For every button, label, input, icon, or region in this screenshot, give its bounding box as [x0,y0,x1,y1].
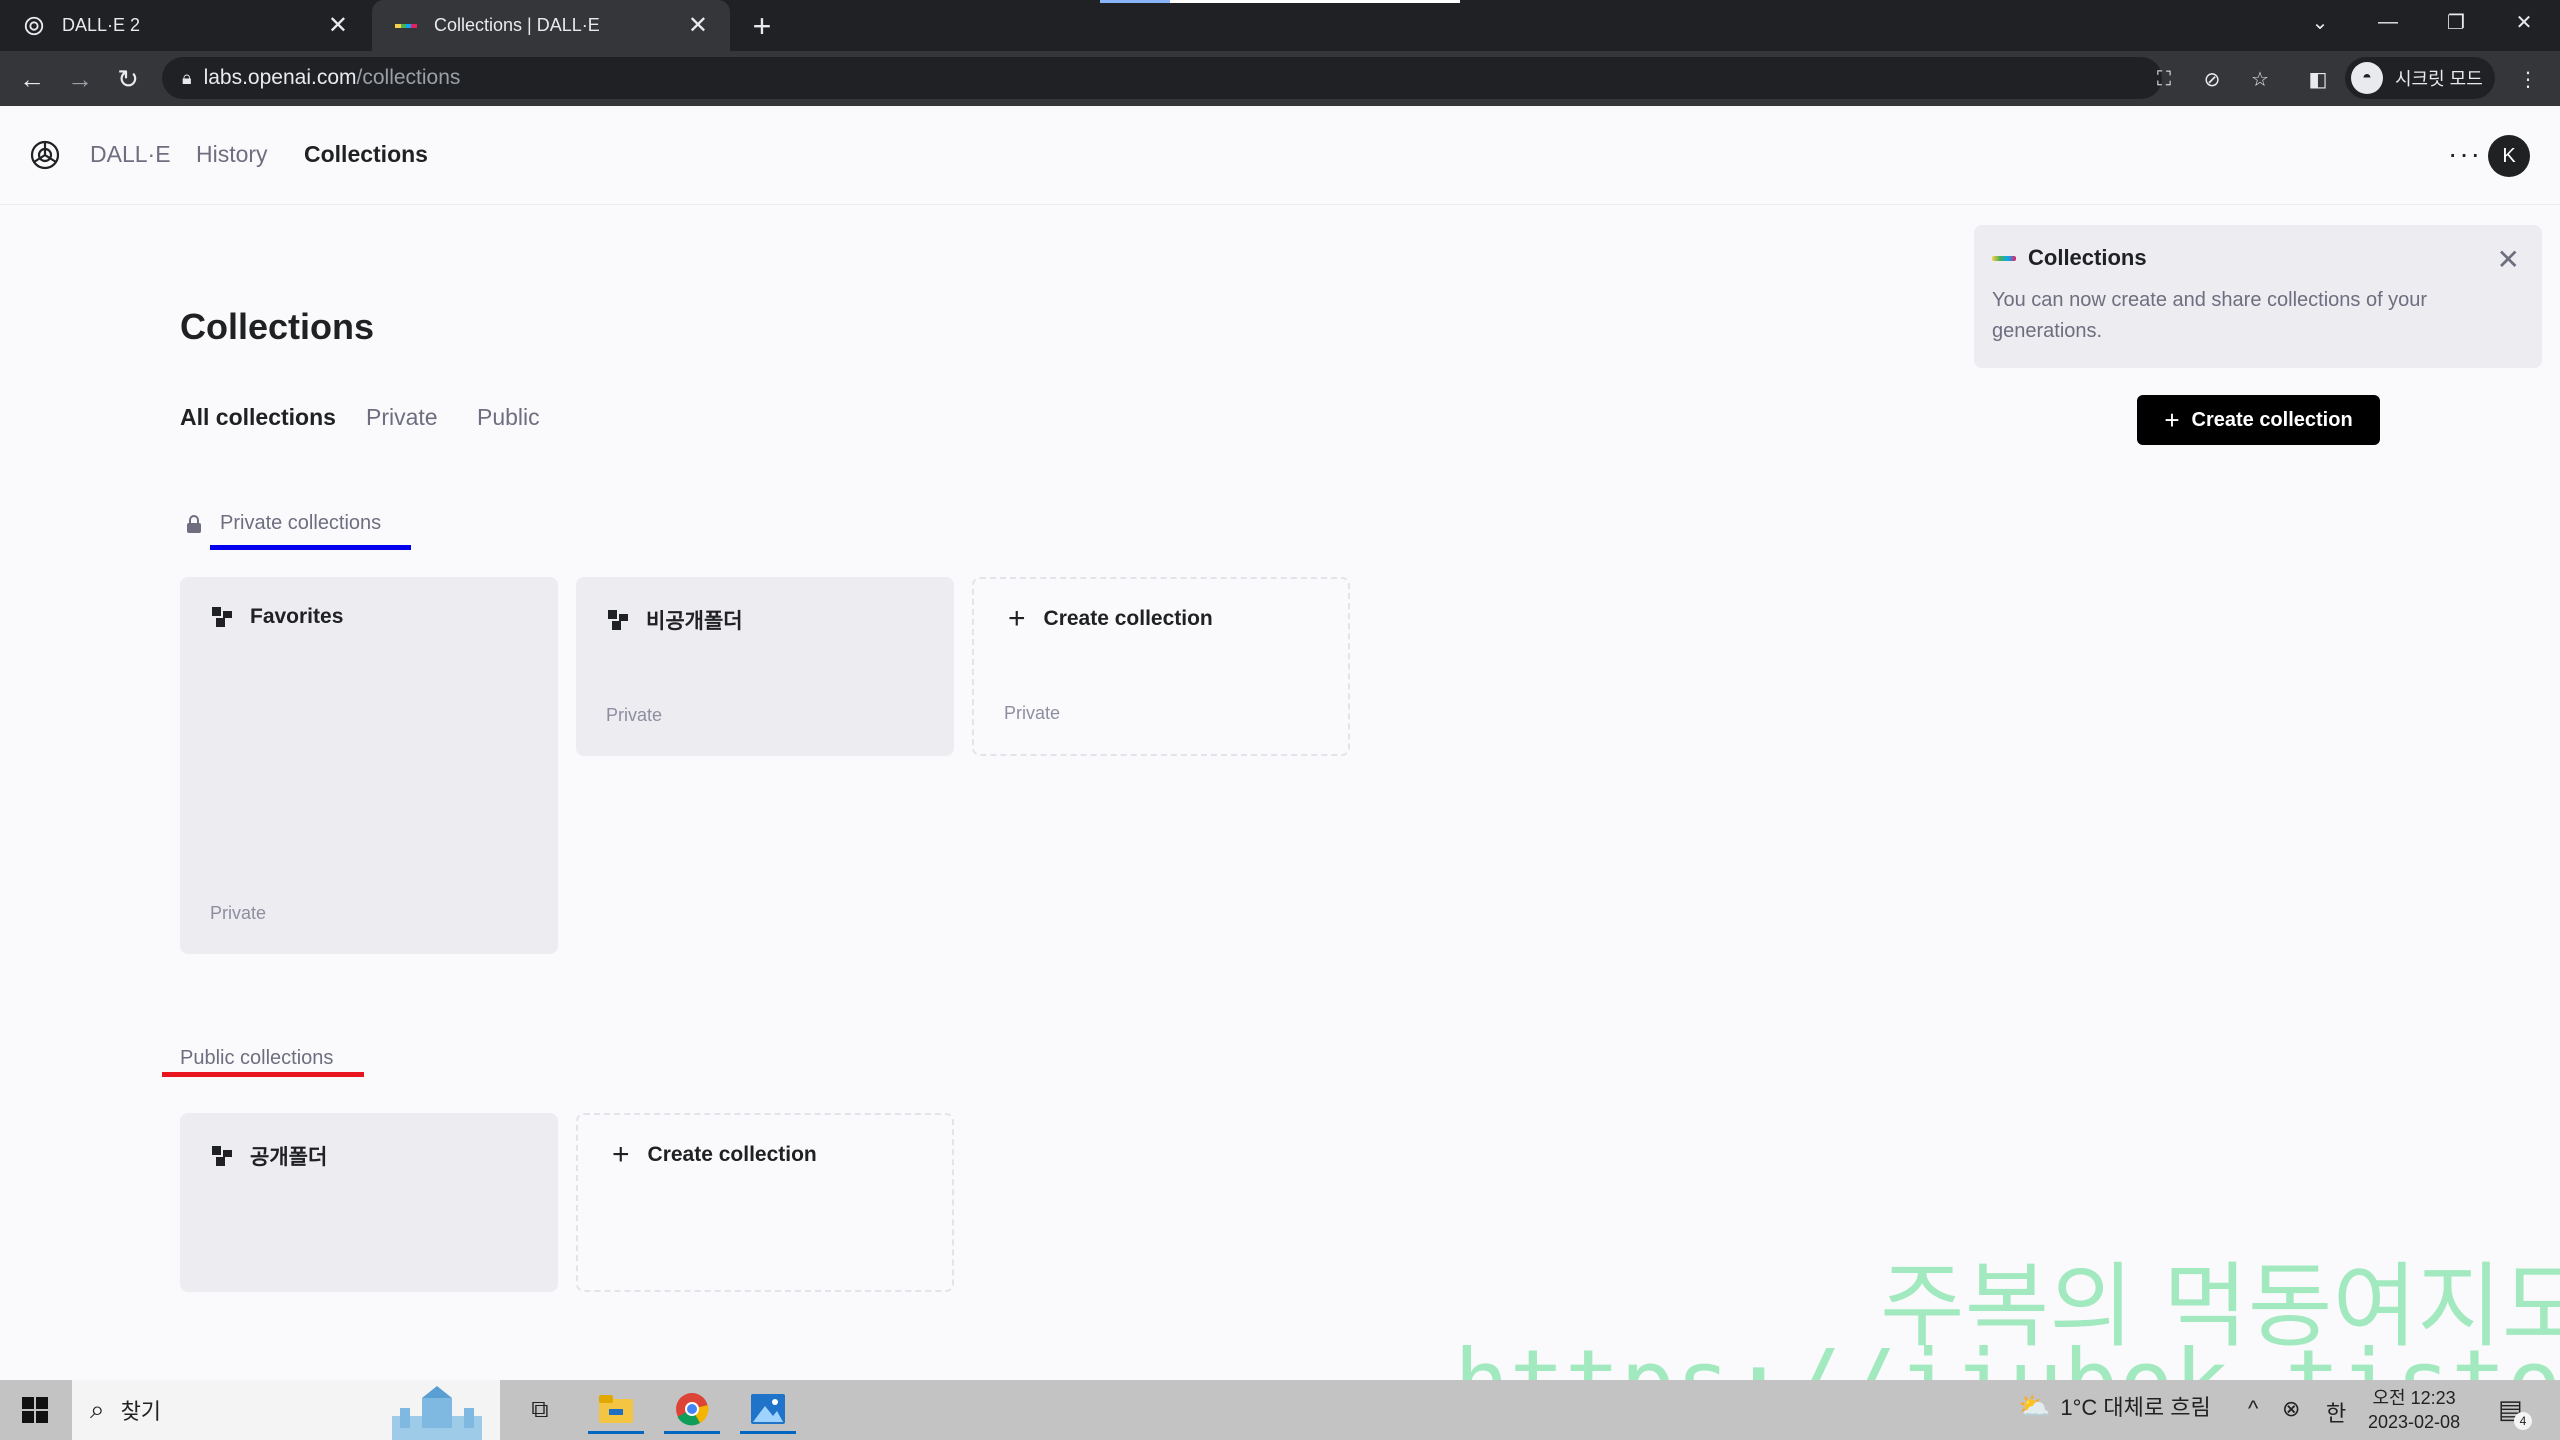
dalle-color-bar-icon [1992,255,2016,261]
private-collections-heading: Private collections [186,512,381,535]
collection-icon [212,607,232,627]
collection-icon [608,610,628,630]
address-bar[interactable]: 🔒︎ labs.openai.com/collections [162,57,2162,99]
chrome-icon[interactable] [664,1386,720,1434]
new-tab-icon[interactable]: + [744,8,780,44]
openai-logo-icon[interactable] [28,138,62,172]
section-title: Public collections [180,1047,334,1069]
notification-center-icon[interactable]: ▤ 4 [2498,1394,2532,1430]
public-collections-heading: Public collections [180,1047,333,1070]
notice-title: Collections [2028,245,2147,270]
section-title: Private collections [220,512,382,534]
lock-icon [187,514,201,533]
card-visibility: Private [606,705,663,725]
card-title: Favorites [250,605,344,628]
public-heading-underline [162,1072,364,1077]
window-close-icon[interactable]: ✕ [2489,0,2559,44]
card-title: Create collection [1043,607,1213,630]
url-host: labs.openai.com [203,66,357,89]
browser-toolbar: ← → ↻ 🔒︎ labs.openai.com/collections ⛶ ⊘… [0,51,2560,106]
minimize-icon[interactable]: — [2353,0,2423,44]
taskbar-clock[interactable]: 오전 12:23 2023-02-08 [2368,1386,2460,1434]
browser-menu-icon[interactable]: ⋮ [2512,63,2544,95]
clock-time: 오전 12:23 [2372,1388,2456,1408]
app-header: DALL·E History Collections ··· K [0,108,2560,205]
back-icon[interactable]: ← [12,59,52,99]
nav-brand[interactable]: DALL·E [90,141,171,168]
tray-chevron-up-icon[interactable]: ^ [2248,1396,2258,1422]
close-icon[interactable]: ✕ [2497,243,2520,276]
tab-dalle2[interactable]: DALL·E 2 ✕ [0,0,370,51]
side-panel-icon[interactable]: ◧ [2302,63,2334,95]
incognito-label: 시크릿 모드 [2395,69,2483,89]
file-explorer-icon[interactable] [588,1386,644,1434]
restore-icon[interactable]: ❐ [2421,0,2491,44]
card-title: 비공개폴더 [646,610,743,633]
tab-title: Collections | DALL·E [434,15,600,35]
bookmark-star-icon[interactable]: ☆ [2244,63,2276,95]
search-placeholder: 찾기 [120,1399,162,1424]
more-options-icon[interactable]: ··· [2448,138,2482,170]
card-visibility: Private [1004,703,1061,723]
search-icon: ⌕ [90,1394,105,1424]
clock-date: 2023-02-08 [2368,1412,2461,1432]
browser-tab-strip: DALL·E 2 ✕ Collections | DALL·E ✕ + ⌄ — … [0,0,2560,51]
tab-close-icon[interactable]: ✕ [688,11,708,40]
loading-indicator-fill [1170,0,1460,3]
translate-icon[interactable]: ⛶ [2148,63,2180,95]
partly-cloudy-icon: ⛅ [2018,1390,2051,1421]
notice-text: You can now create and share collections… [1992,289,2428,342]
create-public-collection-card[interactable]: + Create collection [576,1113,954,1292]
collection-icon [212,1146,232,1166]
collection-card-private-folder[interactable]: 비공개폴더 Private [576,577,954,756]
openai-favicon-icon [22,14,46,38]
windows-start-icon[interactable] [20,1395,50,1425]
collection-card-public-folder[interactable]: 공개폴더 [180,1113,558,1292]
forward-icon[interactable]: → [60,59,100,99]
incognito-indicator[interactable]: ◓ 시크릿 모드 [2345,57,2495,99]
collections-notice: Collections You can now create and share… [1974,225,2542,368]
nav-history[interactable]: History [196,141,268,168]
taskbar: ⌕ 찾기 ⧉ ⛅ 1°C 대체로 흐림 ^ ⊗ 한 오전 12:23 2023-… [0,1380,2560,1440]
tracking-blocked-icon[interactable]: ⊘ [2196,63,2228,95]
weather-widget[interactable]: ⛅ 1°C 대체로 흐림 [2018,1390,2211,1422]
card-visibility: Private [210,903,267,923]
tab-collections[interactable]: Collections | DALL·E ✕ [372,0,730,51]
url-path: /collections [356,66,461,89]
create-collection-label: Create collection [2191,408,2353,431]
notification-count: 4 [2514,1412,2532,1430]
card-title: 공개폴더 [250,1146,328,1169]
create-collection-button[interactable]: + Create collection [2137,395,2380,445]
photos-icon[interactable] [740,1386,796,1434]
collection-card-favorites[interactable]: Favorites Private [180,577,558,954]
tab-private[interactable]: Private [366,404,438,431]
dalle-favicon-icon [394,14,418,38]
create-private-collection-card[interactable]: + Create collection Private [972,577,1350,756]
nav-collections[interactable]: Collections [304,141,428,168]
card-title: Create collection [647,1143,817,1166]
tab-title: DALL·E 2 [62,15,141,35]
plus-icon: + [1008,602,1026,635]
reload-icon[interactable]: ↻ [108,59,148,99]
avatar[interactable]: K [2488,135,2530,177]
page-title: Collections [180,306,375,347]
network-disconnected-icon[interactable]: ⊗ [2282,1396,2300,1422]
taskbar-search-box[interactable]: ⌕ 찾기 [72,1380,500,1440]
lock-icon[interactable]: 🔒︎ [182,68,192,89]
plus-icon: + [612,1138,630,1171]
weather-text: 1°C 대체로 흐림 [2060,1395,2211,1420]
tab-all-collections[interactable]: All collections [180,404,336,431]
search-highlight-castle-icon [392,1386,482,1440]
private-heading-underline [210,545,411,550]
tab-search-icon[interactable]: ⌄ [2285,0,2355,44]
ime-indicator[interactable]: 한 [2326,1396,2346,1428]
task-view-icon[interactable]: ⧉ [512,1386,568,1434]
plus-icon: + [2164,404,2180,435]
tab-close-icon[interactable]: ✕ [328,11,348,40]
tab-public[interactable]: Public [477,404,540,431]
incognito-icon: ◓ [2351,62,2383,94]
